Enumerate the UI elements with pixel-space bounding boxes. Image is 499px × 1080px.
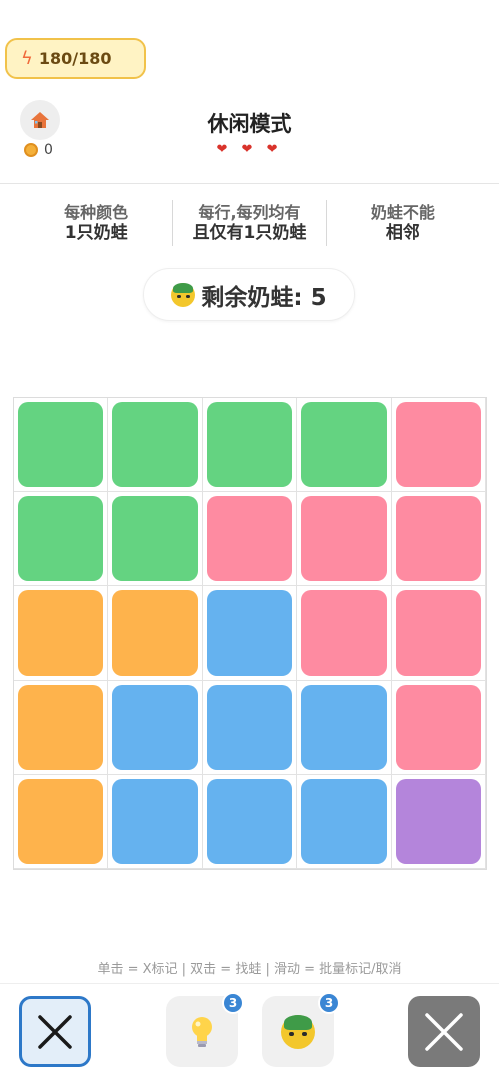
header-divider: [0, 183, 499, 184]
board-cell[interactable]: [391, 680, 486, 775]
x-clear-icon: [425, 1012, 463, 1051]
rule-row-col: 每行,每列均有 且仅有1只奶蛙: [172, 200, 325, 246]
cell-color-blue: [112, 684, 198, 770]
find-frog-button[interactable]: 3: [262, 992, 340, 1067]
x-mark-icon: [38, 1014, 72, 1049]
board-cell[interactable]: [297, 586, 392, 681]
rule-line-1: 每种颜色: [64, 203, 129, 222]
cell-color-orange: [18, 778, 104, 864]
frog-count-badge: 3: [318, 992, 340, 1014]
cell-color-green: [112, 402, 198, 488]
board-cell[interactable]: [108, 680, 203, 775]
rule-adjacent: 奶蛙不能 相邻: [325, 200, 479, 246]
board-cell[interactable]: [14, 680, 109, 775]
rule-line-1: 奶蛙不能: [370, 203, 435, 222]
cell-color-pink: [395, 684, 481, 770]
cell-color-blue: [206, 590, 293, 676]
rule-line-1: 每行,每列均有: [198, 203, 301, 222]
cell-color-pink: [395, 402, 481, 488]
cell-color-pink: [301, 590, 387, 676]
remaining-frogs-badge: 剩余奶蛙: 5: [143, 268, 355, 321]
board-cell[interactable]: [391, 492, 486, 587]
cell-color-green: [206, 402, 293, 488]
energy-counter: ϟ 180/180: [5, 38, 146, 79]
cell-color-pink: [395, 590, 481, 676]
rule-line-2: 相邻: [385, 223, 420, 243]
rule-line-2: 1只奶蛙: [64, 223, 128, 243]
board-cell[interactable]: [202, 492, 298, 587]
board-cell[interactable]: [202, 774, 298, 869]
rules-bar: 每种颜色 1只奶蛙 每行,每列均有 且仅有1只奶蛙 奶蛙不能 相邻: [20, 200, 479, 246]
board-cell[interactable]: [391, 398, 486, 493]
toolbar-divider: [0, 983, 499, 984]
board-cell[interactable]: [108, 492, 203, 587]
cell-color-blue: [301, 684, 387, 770]
clear-button[interactable]: [408, 996, 480, 1067]
hint-count-badge: 3: [222, 992, 244, 1014]
board-cell[interactable]: [391, 586, 486, 681]
energy-value: 180/180: [38, 49, 112, 68]
cell-color-blue: [112, 778, 198, 864]
cell-color-orange: [112, 590, 198, 676]
board-cell[interactable]: [108, 398, 203, 493]
cell-color-blue: [206, 684, 293, 770]
page-title: 休闲模式: [207, 112, 292, 136]
board-cell[interactable]: [202, 680, 298, 775]
cell-color-pink: [301, 496, 387, 582]
mark-x-button[interactable]: [19, 996, 91, 1067]
rule-color: 每种颜色 1只奶蛙: [20, 200, 172, 246]
cell-color-pink: [395, 496, 481, 582]
board-cell[interactable]: [14, 492, 109, 587]
frog-icon: [281, 1014, 315, 1049]
board-cell[interactable]: [14, 774, 109, 869]
board-cell[interactable]: [108, 586, 203, 681]
controls-hint: 单击 = X标记 | 双击 = 找蛙 | 滑动 = 批量标记/取消: [97, 962, 402, 977]
cell-color-orange: [18, 590, 104, 676]
board-cell[interactable]: [14, 586, 109, 681]
hint-button[interactable]: 3: [166, 992, 244, 1067]
frog-icon: [171, 282, 196, 307]
board-cell[interactable]: [297, 774, 392, 869]
cell-color-green: [301, 402, 387, 488]
cell-color-blue: [206, 778, 293, 864]
lightbulb-icon: [192, 1016, 212, 1047]
cell-color-green: [18, 402, 104, 488]
cell-color-orange: [18, 684, 104, 770]
board-cell[interactable]: [297, 680, 392, 775]
board-cell[interactable]: [297, 492, 392, 587]
rule-line-2: 且仅有1只奶蛙: [192, 223, 307, 243]
puzzle-board: [13, 397, 487, 870]
remaining-frogs-label: 剩余奶蛙: 5: [201, 284, 327, 311]
cell-color-purple: [395, 778, 481, 864]
cell-color-pink: [206, 496, 293, 582]
lives-hearts: ❤ ❤ ❤: [216, 142, 283, 157]
board-cell[interactable]: [297, 398, 392, 493]
lightning-icon: ϟ: [21, 47, 33, 69]
board-cell[interactable]: [391, 774, 486, 869]
board-cell[interactable]: [202, 398, 298, 493]
board-cell[interactable]: [14, 398, 109, 493]
board-cell[interactable]: [108, 774, 203, 869]
cell-color-green: [18, 496, 104, 582]
cell-color-blue: [301, 778, 387, 864]
cell-color-green: [112, 496, 198, 582]
board-cell[interactable]: [202, 586, 298, 681]
